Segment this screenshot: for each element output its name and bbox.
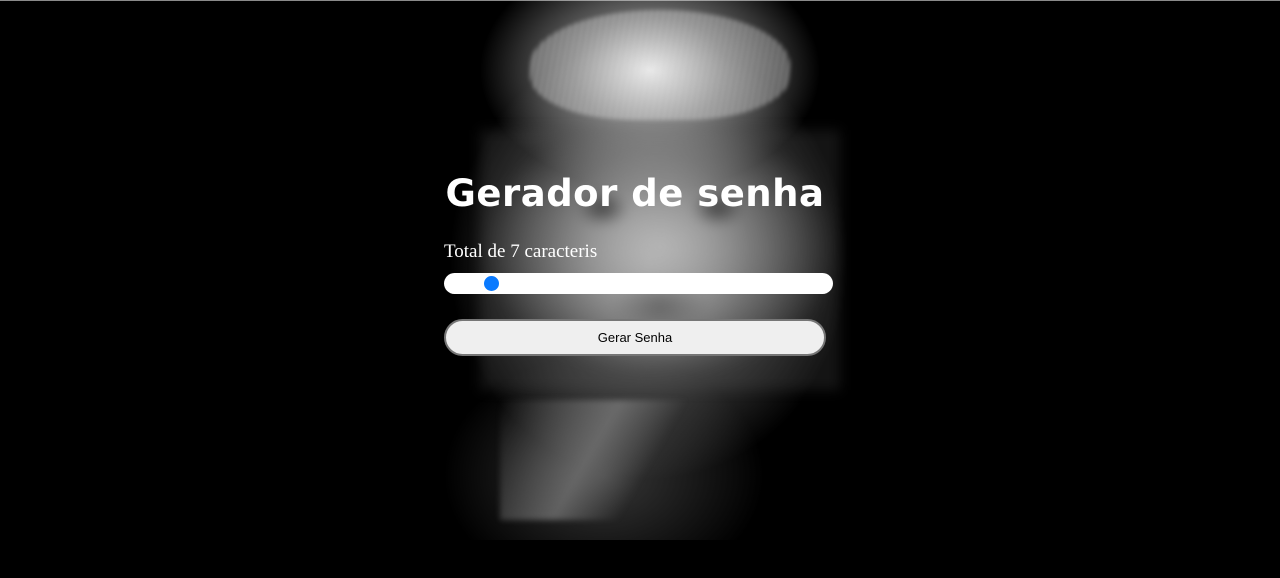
length-prefix: Total de bbox=[444, 241, 511, 262]
portrait-collar bbox=[500, 400, 700, 520]
page-title: Gerador de senha bbox=[445, 172, 825, 215]
generate-password-button[interactable]: Gerar Senha bbox=[444, 319, 826, 356]
slider-thumb[interactable] bbox=[484, 276, 500, 291]
password-length-label: Total de 7 caracteris bbox=[444, 241, 597, 263]
password-length-slider[interactable] bbox=[444, 273, 833, 294]
length-suffix: caracteris bbox=[519, 241, 598, 262]
length-value: 7 bbox=[510, 241, 520, 262]
portrait-hair bbox=[530, 10, 790, 120]
background-portrait-image bbox=[420, 0, 880, 540]
